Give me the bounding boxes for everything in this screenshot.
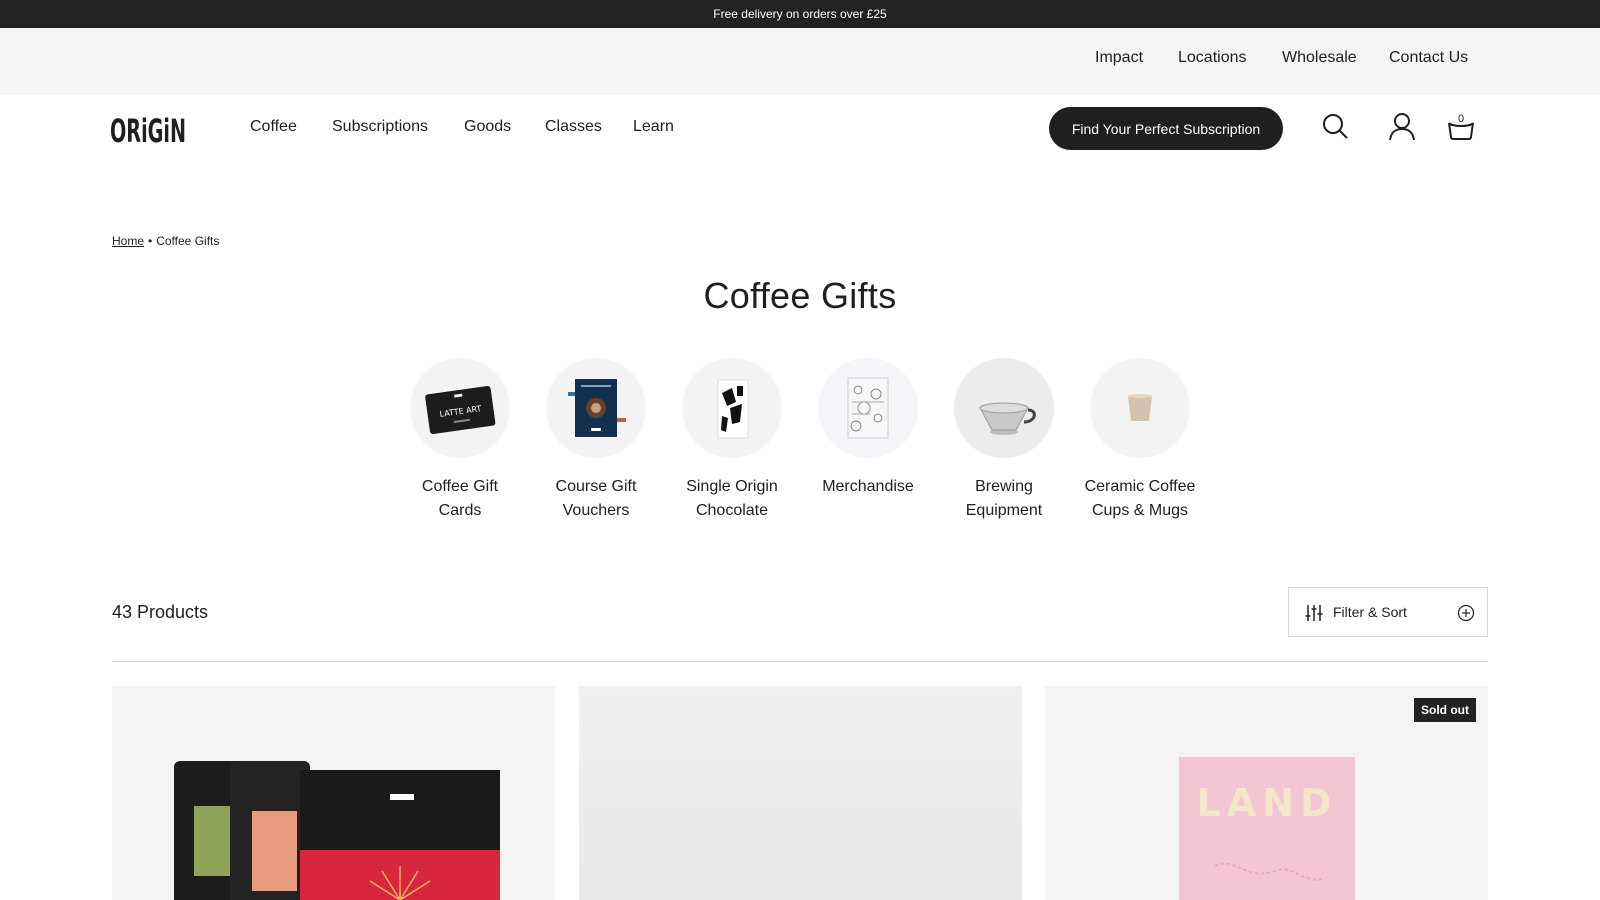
main-header: ORiGiN Coffee Subscriptions Goods Classe… bbox=[0, 95, 1600, 163]
category-image-merchandise bbox=[818, 358, 918, 458]
utility-link-impact[interactable]: Impact bbox=[1095, 49, 1143, 67]
nav-classes[interactable]: Classes bbox=[545, 118, 602, 136]
product-count: 43 Products bbox=[112, 602, 209, 622]
sold-out-badge: Sold out bbox=[1414, 698, 1476, 722]
category-label: Single Origin Chocolate bbox=[686, 478, 778, 519]
book-title-text: LAND bbox=[1197, 781, 1338, 825]
find-subscription-button[interactable]: Find Your Perfect Subscription bbox=[1049, 107, 1283, 150]
nav-goods[interactable]: Goods bbox=[464, 118, 511, 136]
nav-subscriptions[interactable]: Subscriptions bbox=[332, 118, 428, 136]
product-card[interactable] bbox=[112, 686, 555, 900]
logo-text: ORiGiN bbox=[110, 112, 186, 146]
announcement-bar: Free delivery on orders over £25 bbox=[0, 0, 1600, 28]
plus-circle-icon bbox=[1457, 604, 1475, 622]
filter-sort-button[interactable]: Filter & Sort bbox=[1288, 587, 1488, 637]
utility-link-contact-us[interactable]: Contact Us bbox=[1389, 49, 1468, 67]
category-label: Brewing Equipment bbox=[965, 478, 1043, 519]
product-card[interactable]: LAND Sold out bbox=[1045, 686, 1488, 900]
category-single-origin-chocolate[interactable]: Single Origin Chocolate bbox=[672, 358, 792, 523]
announcement-text: Free delivery on orders over £25 bbox=[713, 7, 887, 21]
category-image-gift-card: LATTE ART bbox=[410, 358, 510, 458]
breadcrumb-separator: • bbox=[148, 234, 153, 248]
product-image-coffee-bundle bbox=[174, 761, 500, 900]
product-card[interactable] bbox=[579, 686, 1022, 900]
category-label: Course Gift Vouchers bbox=[555, 478, 637, 519]
category-label: Ceramic Coffee Cups & Mugs bbox=[1084, 478, 1196, 519]
utility-link-wholesale[interactable]: Wholesale bbox=[1282, 49, 1357, 67]
category-course-gift-vouchers[interactable]: Course Gift Vouchers bbox=[536, 358, 656, 523]
category-ceramic-cups-mugs[interactable]: Ceramic Coffee Cups & Mugs bbox=[1080, 358, 1200, 523]
category-label: Merchandise bbox=[822, 478, 914, 495]
category-image-cup bbox=[1090, 358, 1190, 458]
breadcrumb-home[interactable]: Home bbox=[112, 234, 144, 248]
category-image-voucher bbox=[546, 358, 646, 458]
divider bbox=[112, 661, 1488, 662]
category-label: Coffee Gift Cards bbox=[421, 478, 499, 519]
category-brewing-equipment[interactable]: Brewing Equipment bbox=[944, 358, 1064, 523]
category-image-brewer bbox=[954, 358, 1054, 458]
sliders-icon bbox=[1305, 604, 1323, 622]
category-coffee-gift-cards[interactable]: LATTE ART Coffee Gift Cards bbox=[400, 358, 520, 523]
nav-coffee[interactable]: Coffee bbox=[250, 118, 297, 136]
utility-link-locations[interactable]: Locations bbox=[1178, 49, 1247, 67]
utility-nav: Impact Locations Wholesale Contact Us bbox=[0, 28, 1600, 95]
page-title: Coffee Gifts bbox=[703, 275, 897, 316]
logo[interactable]: ORiGiN bbox=[110, 112, 188, 150]
product-image-placeholder bbox=[579, 686, 1022, 900]
nav-learn[interactable]: Learn bbox=[633, 118, 674, 136]
category-merchandise[interactable]: Merchandise bbox=[808, 358, 928, 499]
cart-count: 0 bbox=[1457, 113, 1465, 125]
breadcrumb-current: Coffee Gifts bbox=[156, 234, 220, 248]
category-image-chocolate bbox=[682, 358, 782, 458]
user-icon[interactable] bbox=[1387, 111, 1417, 143]
filter-sort-label: Filter & Sort bbox=[1333, 604, 1407, 620]
cart-icon[interactable]: 0 bbox=[1446, 111, 1476, 143]
search-icon[interactable] bbox=[1321, 111, 1351, 143]
breadcrumb: Home • Coffee Gifts bbox=[112, 234, 219, 248]
